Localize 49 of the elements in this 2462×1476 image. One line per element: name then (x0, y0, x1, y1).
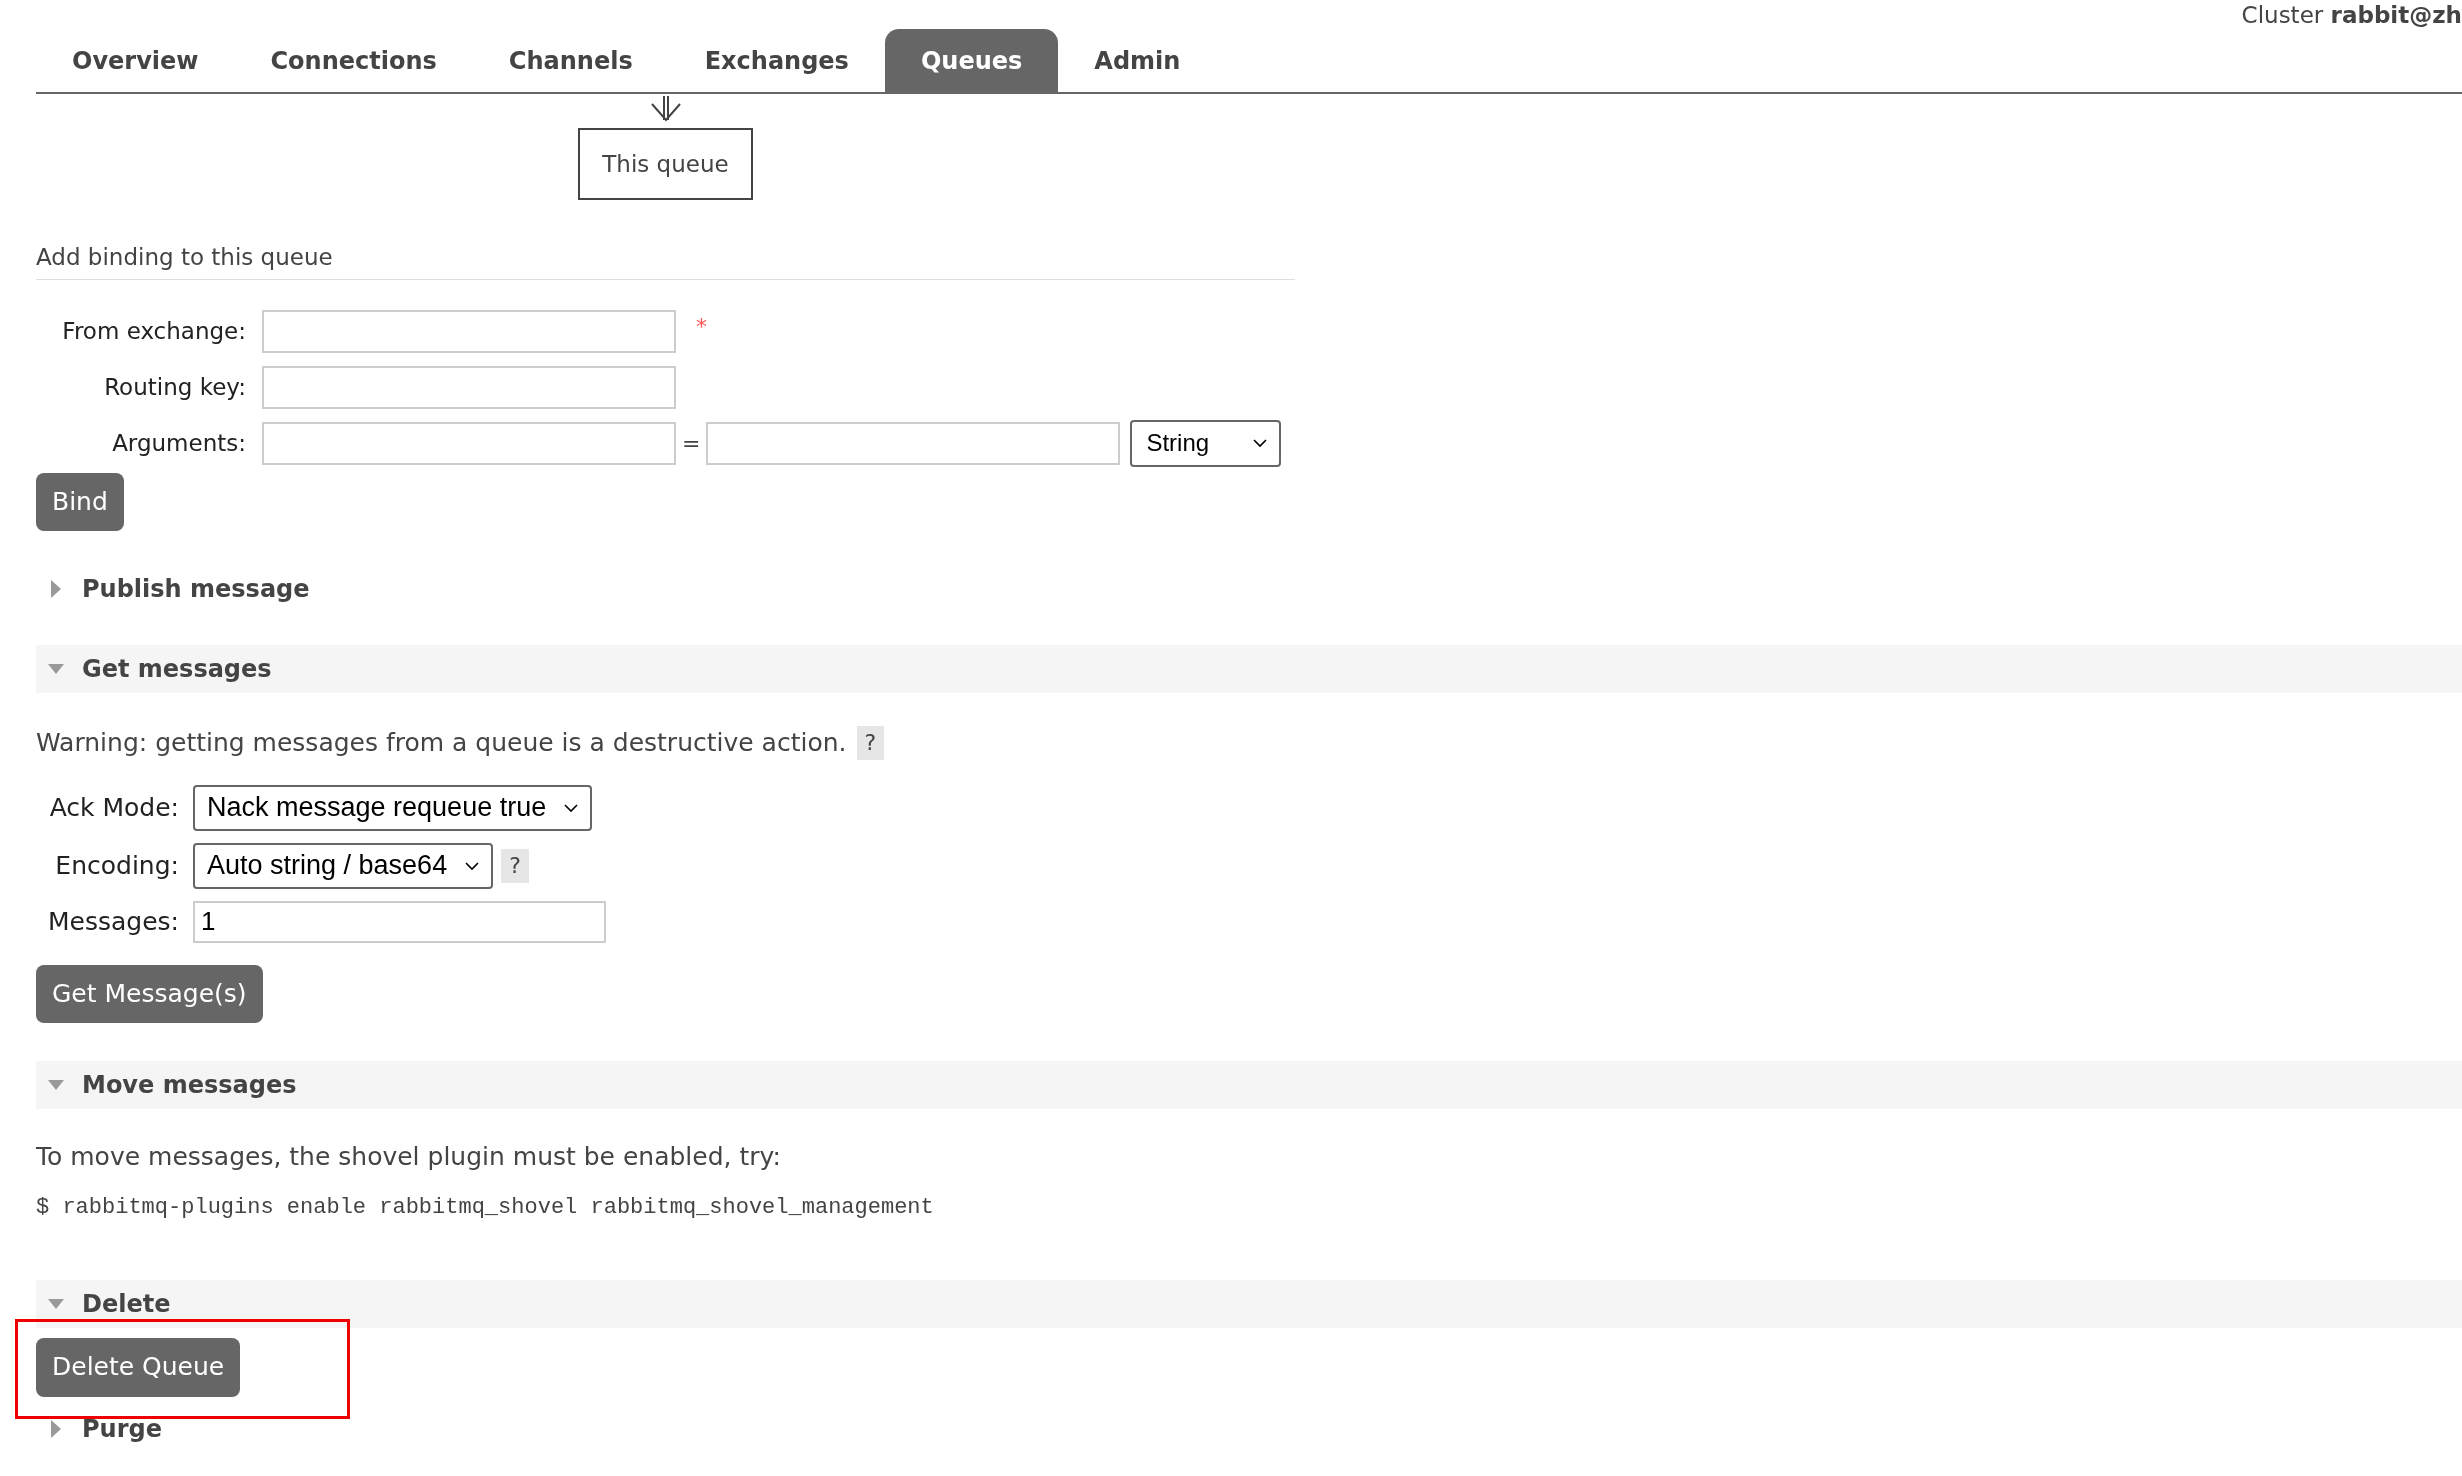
section-title: Move messages (82, 1069, 297, 1101)
section-header[interactable]: Get messages (36, 644, 2462, 693)
input-field[interactable] (262, 421, 676, 465)
section-title: Purge (82, 1413, 162, 1445)
input-field[interactable] (262, 309, 676, 353)
equals-sign: = (682, 429, 701, 458)
nav-tab[interactable]: Connections (234, 29, 473, 92)
field-label: Arguments: (111, 428, 247, 458)
delete-queue-button[interactable]: Delete Queue (36, 1337, 241, 1397)
bind-button[interactable]: Bind (36, 472, 124, 531)
help-badge[interactable]: ? (501, 848, 529, 883)
triangle-right-icon (51, 1419, 61, 1438)
triangle-down-icon (48, 663, 64, 674)
triangle-down-icon (48, 1079, 64, 1090)
dropdown-select[interactable]: Nack message requeue true (193, 784, 593, 831)
help-badge[interactable]: ? (856, 725, 885, 760)
field-label: Ack Mode: (48, 791, 180, 824)
chevron-down-icon (564, 802, 579, 813)
chevron-down-icon (1253, 438, 1268, 448)
required-mark: * (696, 312, 707, 341)
section-title: Get messages (82, 653, 272, 685)
input-field[interactable] (706, 421, 1121, 465)
queue-node: This queue (578, 128, 753, 200)
input-field[interactable] (262, 365, 676, 409)
get-messages-button[interactable]: Get Message(s) (36, 964, 263, 1023)
section-title: Delete (82, 1288, 171, 1320)
cluster-name: Cluster rabbit@zh (2241, 1, 2462, 31)
dropdown-select[interactable]: Auto string / base64 (193, 842, 494, 889)
warning-text: Warning: getting messages from a queue is a destructive action. (36, 726, 847, 759)
field-label: Routing key: (103, 372, 247, 402)
command-text: $ rabbitmq-plugins enable rabbitmq_shovel rabbitmq_shovel_management (36, 1193, 935, 1222)
triangle-down-icon (48, 1298, 64, 1309)
field-label: Messages: (46, 905, 180, 938)
nav-tab[interactable]: Queues (884, 29, 1059, 92)
type-select[interactable]: String (1130, 419, 1282, 467)
nav-tab[interactable]: Exchanges (668, 29, 885, 92)
info-text: To move messages, the shovel plugin must be enabled, try: (36, 1140, 782, 1173)
nav-tab[interactable]: Overview (36, 29, 235, 92)
chevron-down-icon (465, 860, 480, 871)
section-title: Publish message (82, 573, 310, 605)
section-header[interactable]: Delete (36, 1279, 2462, 1328)
section-header[interactable]: Move messages (36, 1060, 2462, 1109)
field-label: From exchange: (61, 316, 247, 346)
form-title: Add binding to this queue (36, 240, 1295, 280)
nav-tab[interactable]: Admin (1058, 29, 1217, 92)
triangle-right-icon (51, 579, 61, 598)
field-label: Encoding: (54, 849, 180, 882)
input-field[interactable]: 1 (193, 900, 606, 943)
nav-tab[interactable]: Channels (472, 29, 669, 92)
